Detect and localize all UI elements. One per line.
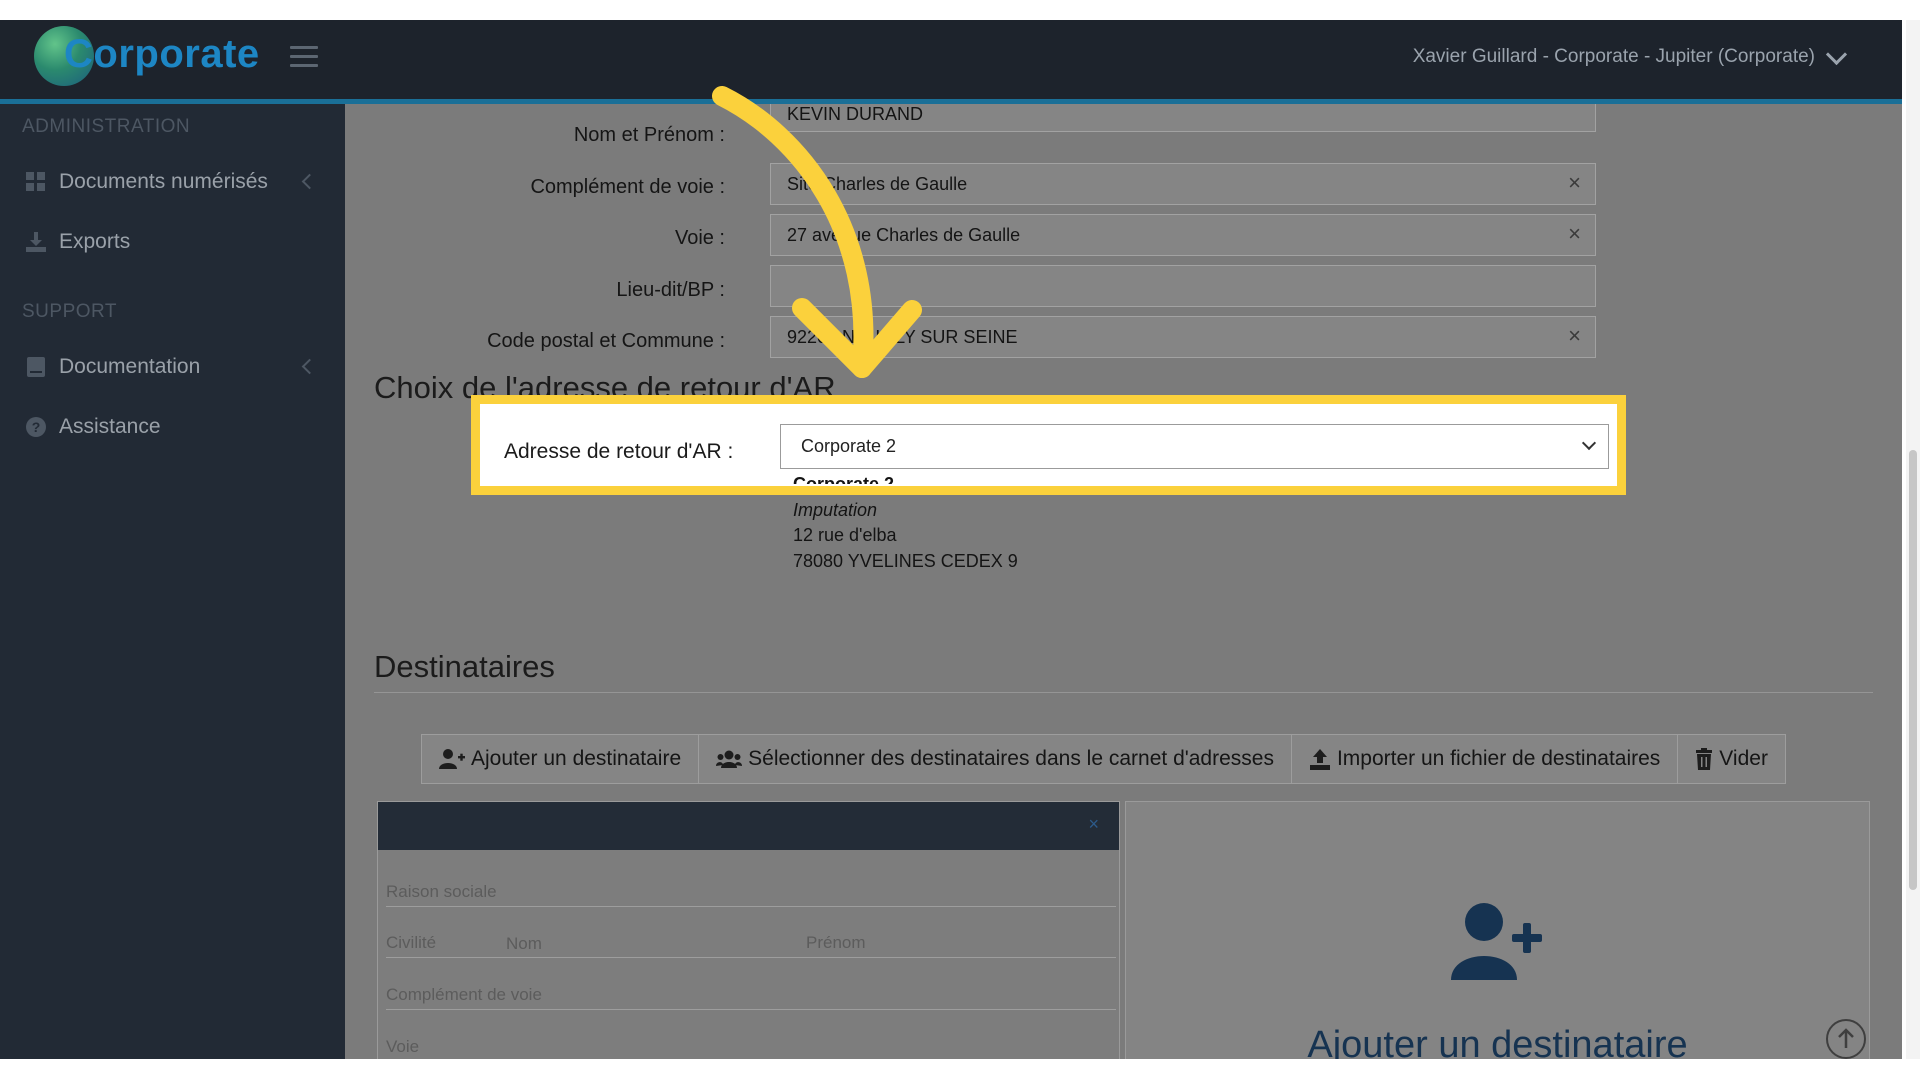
sidebar-item-exports[interactable]: Exports [0, 214, 345, 270]
lieu-dit-input[interactable] [770, 265, 1596, 307]
ar-select-value: Corporate 2 [801, 436, 897, 456]
recipient-form-card: × Raison sociale Civilité Nom Prénom Com… [377, 801, 1120, 1059]
page-scrollbar[interactable] [1906, 20, 1920, 1059]
clear-recipients-label: Vider [1719, 747, 1768, 770]
svg-text:?: ? [32, 419, 41, 435]
sidebar-item-label: Exports [59, 230, 131, 253]
book-icon [27, 357, 45, 377]
add-recipient-card-title: Ajouter un destinataire [1307, 1024, 1688, 1059]
sidebar-item-label: Assistance [59, 415, 161, 438]
chevron-left-icon [301, 358, 318, 375]
field-label-complement-voie: Complément de voie : [530, 176, 725, 198]
field-underline [386, 906, 1116, 907]
nom-prenom-input[interactable]: KEVIN DURAND [770, 104, 1596, 132]
sidebar-section-administration: ADMINISTRATION [22, 116, 191, 137]
add-recipient-card[interactable]: Ajouter un destinataire [1125, 801, 1870, 1059]
voie-input[interactable]: 27 avenue Charles de Gaulle × [770, 214, 1596, 256]
sidebar-item-documentation[interactable]: Documentation [0, 339, 345, 395]
clear-recipients-button[interactable]: Vider [1678, 735, 1785, 783]
upload-icon [1309, 749, 1330, 770]
ar-address-name: Corporate 2 [793, 474, 895, 484]
main-content: Nom et Prénom : KEVIN DURAND Complément … [345, 104, 1902, 1059]
clear-icon[interactable]: × [1568, 170, 1581, 196]
arrow-up-icon [1838, 1028, 1854, 1048]
close-icon[interactable]: × [1088, 814, 1099, 835]
user-menu[interactable]: Xavier Guillard - Corporate - Jupiter (C… [1412, 43, 1848, 68]
import-recipients-label: Importer un fichier de destinataires [1336, 747, 1661, 770]
civilite-field[interactable]: Civilité [386, 933, 436, 953]
hamburger-menu-icon[interactable] [290, 46, 318, 68]
import-recipients-button[interactable]: Importer un fichier de destinataires [1292, 735, 1679, 783]
ar-address-street: 12 rue d'elba [793, 525, 897, 545]
user-plus-icon [1451, 903, 1542, 980]
sidebar-section-support: SUPPORT [22, 301, 118, 322]
ar-address-city: 78080 YVELINES CEDEX 9 [793, 551, 1018, 571]
recipient-toolbar: Ajouter un destinataire Sélectionner des… [421, 734, 1786, 784]
field-label-voie: Voie : [674, 227, 725, 249]
section-divider [374, 692, 1873, 693]
complement-voie-field[interactable]: Complément de voie [386, 985, 542, 1005]
sidebar-item-label: Documentation [59, 355, 201, 378]
raison-sociale-field[interactable]: Raison sociale [386, 882, 497, 902]
add-recipient-label: Ajouter un destinataire [471, 747, 682, 770]
add-recipient-button[interactable]: Ajouter un destinataire [422, 735, 700, 783]
voie-field[interactable]: Voie [386, 1037, 419, 1057]
ar-highlight-box: Adresse de retour d'AR : Corporate 2 [471, 395, 1626, 495]
sidebar-item-assistance[interactable]: ? Assistance [0, 399, 345, 455]
sidebar: ADMINISTRATION Documents numérisés Expor… [0, 104, 345, 1059]
scrollbar-thumb[interactable] [1909, 450, 1917, 890]
sidebar-item-documents-numerises[interactable]: Documents numérisés [0, 154, 345, 210]
ar-return-address-label: Adresse de retour d'AR : [504, 440, 734, 463]
voie-value: 27 avenue Charles de Gaulle [787, 225, 1021, 245]
clear-icon[interactable]: × [1568, 221, 1581, 247]
chevron-left-icon [301, 173, 318, 190]
complement-voie-input[interactable]: Site Charles de Gaulle × [770, 163, 1596, 205]
chevron-down-icon [1825, 43, 1848, 65]
nom-field[interactable]: Nom [506, 934, 542, 954]
field-underline [386, 1009, 1116, 1010]
grid-icon [26, 172, 45, 191]
download-icon [26, 232, 46, 252]
prenom-field[interactable]: Prénom [806, 933, 866, 953]
app-window: Corporate Xavier Guillard - Corporate - … [0, 20, 1902, 1059]
top-navbar: Corporate Xavier Guillard - Corporate - … [0, 20, 1902, 104]
recipients-section-title: Destinataires [374, 649, 555, 684]
field-label-code-postal: Code postal et Commune : [487, 330, 725, 352]
trash-icon [1696, 748, 1713, 770]
select-recipients-label: Sélectionner des destinataires dans le c… [748, 747, 1274, 770]
ar-address-imputation: Imputation [793, 500, 878, 520]
question-circle-icon: ? [26, 417, 46, 437]
code-postal-input[interactable]: 92200 NEUILLY SUR SEINE × [770, 316, 1596, 358]
scroll-to-top-button[interactable] [1826, 1019, 1866, 1059]
user-menu-label: Xavier Guillard - Corporate - Jupiter (C… [1412, 46, 1815, 67]
field-underline [386, 957, 1116, 958]
users-icon [716, 750, 743, 768]
sidebar-item-label: Documents numérisés [59, 170, 268, 193]
recipient-form-header: × [378, 802, 1119, 850]
complement-voie-value: Site Charles de Gaulle [787, 174, 968, 194]
user-plus-icon [439, 749, 465, 769]
chevron-down-icon [1581, 435, 1597, 451]
field-label-nom-prenom: Nom et Prénom : [573, 124, 725, 146]
field-label-lieu-dit: Lieu-dit/BP : [616, 279, 725, 301]
code-postal-value: 92200 NEUILLY SUR SEINE [787, 327, 1018, 347]
ar-return-address-select[interactable]: Corporate 2 [780, 424, 1609, 469]
nom-prenom-value: KEVIN DURAND [787, 104, 924, 124]
logo-text[interactable]: Corporate [64, 32, 260, 77]
clear-icon[interactable]: × [1568, 323, 1581, 349]
select-from-address-book-button[interactable]: Sélectionner des destinataires dans le c… [699, 735, 1292, 783]
